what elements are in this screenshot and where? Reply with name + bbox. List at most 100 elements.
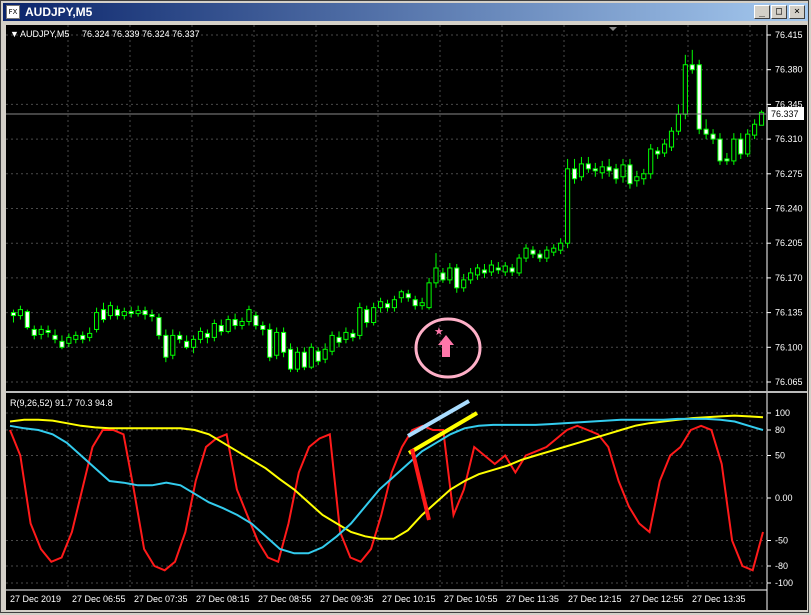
candle-body (45, 329, 51, 333)
candle-body (488, 264, 494, 273)
time-axis: 27 Dec 2019 27 Dec 06:55 27 Dec 07:35 27 De… (6, 589, 767, 604)
candle-body (52, 334, 58, 340)
candle-body (17, 309, 23, 317)
maximize-button[interactable]: □ (771, 5, 787, 19)
price-tick-label: 76.100 (775, 342, 803, 352)
candle-body (10, 312, 17, 317)
candle-body (294, 351, 301, 370)
candle-body (620, 164, 626, 178)
candle-body (495, 267, 501, 271)
price-tick-label: 76.170 (775, 273, 803, 283)
candle-body (267, 328, 273, 358)
candle-body (364, 309, 370, 324)
candle-body (523, 247, 529, 259)
annotation-line-yellow (407, 411, 479, 455)
time-tick-label: 27 Dec 11:35 (506, 594, 559, 604)
price-candles (10, 49, 765, 373)
candle-body (606, 166, 612, 172)
candle-body (710, 133, 716, 140)
candle-body (717, 138, 723, 162)
candle-body (156, 317, 162, 336)
price-tick-label: 76.205 (775, 238, 803, 248)
candle-body (149, 314, 155, 318)
time-tick-label: 27 Dec 09:35 (320, 594, 374, 604)
candle-body (31, 328, 37, 336)
candle-body (87, 332, 93, 338)
close-button[interactable]: × (789, 5, 805, 19)
candle-body (412, 299, 418, 307)
candle-body (648, 148, 654, 175)
time-tick-label: 27 Dec 08:55 (258, 594, 312, 604)
candle-body (731, 138, 737, 162)
candle-body (315, 350, 321, 362)
candle-body (232, 319, 238, 326)
candle-body (287, 348, 294, 370)
candle-body (190, 338, 197, 348)
candle-body (142, 310, 148, 316)
oscillator-axis: 100 80 50 0.00 -50 -80 -100 (767, 408, 793, 588)
candle-body (433, 267, 439, 284)
candle-body (371, 307, 377, 324)
chart-canvas[interactable]: 76.41576.38076.34576.31076.27576.24076.2… (6, 25, 807, 610)
candle-body (308, 346, 314, 368)
minimize-button[interactable]: _ (754, 5, 770, 19)
osc-tick-label: -50 (775, 536, 788, 546)
candle-body (343, 331, 349, 340)
candle-body (641, 173, 647, 180)
candle-body (502, 265, 508, 273)
candle-body (204, 332, 210, 338)
time-tick-label: 27 Dec 2019 (10, 594, 61, 604)
candle-body (454, 267, 460, 289)
window-titlebar[interactable]: FX AUDJPY,M5 _ □ × (3, 3, 808, 21)
candle-body (121, 311, 127, 317)
header-dropdown-icon[interactable]: ▼ (10, 29, 19, 39)
candle-body (80, 334, 86, 340)
candle-body (592, 168, 598, 172)
candle-body (738, 138, 744, 155)
osc-tick-label: 100 (775, 408, 790, 418)
price-tick-label: 76.415 (775, 30, 803, 40)
chart-area[interactable]: 76.415 76.380 76.345 76.310 76.275 76.240 76.2… (6, 25, 807, 610)
candle-body (440, 272, 446, 281)
chart-window: FX AUDJPY,M5 _ □ × 76.415 76.380 76.345 76.… (0, 0, 809, 613)
current-price-label: 76.337 (771, 109, 799, 119)
candle-body (128, 311, 134, 315)
price-tick-label: 76.380 (775, 65, 803, 75)
candle-body (218, 324, 224, 332)
candle-body (634, 176, 640, 182)
candle-body (530, 249, 536, 255)
candle-body (689, 64, 695, 71)
price-tick-label: 76.240 (775, 204, 803, 214)
osc-tick-label: 0.00 (775, 493, 793, 503)
candle-body (211, 323, 217, 338)
candle-body (468, 272, 474, 281)
candle-body (447, 267, 453, 281)
candle-body (114, 309, 120, 317)
candle-body (682, 64, 688, 115)
time-tick-label: 27 Dec 12:55 (630, 594, 684, 604)
time-tick-label: 27 Dec 06:55 (72, 594, 126, 604)
candle-body (585, 163, 591, 170)
osc-tick-label: 80 (775, 425, 785, 435)
candle-body (73, 334, 79, 340)
candle-body (668, 130, 675, 148)
candle-body (66, 336, 72, 344)
candle-body (253, 315, 259, 326)
oscillator-grid (6, 412, 767, 584)
candle-body (301, 351, 307, 368)
price-tick-label: 76.135 (775, 308, 803, 318)
time-tick-label: 27 Dec 07:35 (134, 594, 188, 604)
candle-body (350, 332, 356, 338)
candle-body (377, 301, 384, 309)
price-tick-label: 76.275 (775, 169, 803, 179)
candle-body (565, 168, 571, 244)
candle-body (599, 166, 605, 174)
window-title: AUDJPY,M5 (25, 5, 93, 19)
candle-body (357, 307, 363, 336)
candle-body (59, 340, 65, 348)
candle-body (544, 249, 550, 259)
candle-body (100, 309, 107, 321)
candle-body (481, 269, 488, 274)
time-tick-label: 27 Dec 13:35 (692, 594, 746, 604)
app-icon: FX (6, 5, 20, 19)
